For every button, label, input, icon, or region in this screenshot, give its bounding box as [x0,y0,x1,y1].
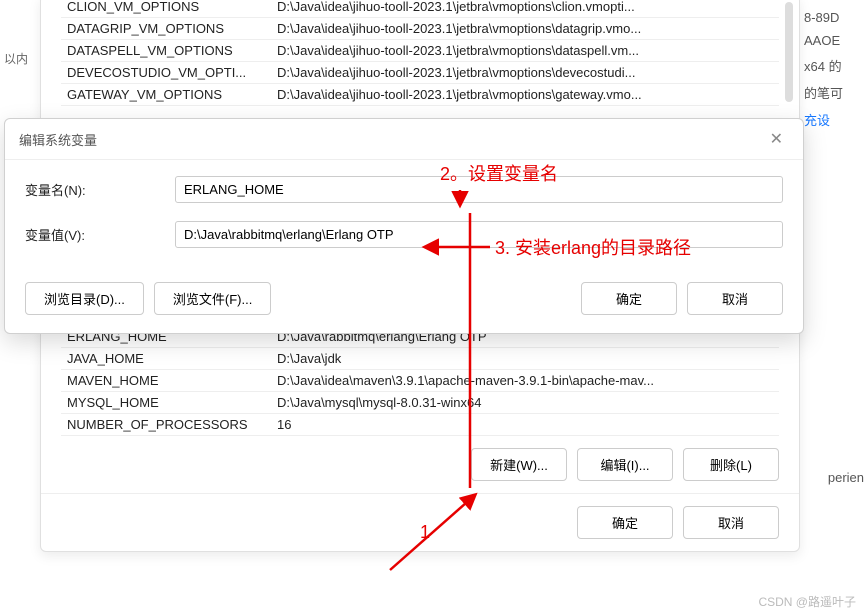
table-row[interactable]: NUMBER_OF_PROCESSORS16 [61,414,779,436]
variable-value-input[interactable] [175,221,783,248]
cancel-button[interactable]: 取消 [683,506,779,539]
table-row[interactable]: CLION_VM_OPTIONSD:\Java\idea\jihuo-tooll… [61,0,779,18]
table-row[interactable]: GATEWAY_VM_OPTIONSD:\Java\idea\jihuo-too… [61,84,779,106]
system-vars-button-row: 新建(W)... 编辑(I)... 删除(L) [41,436,799,493]
table-row[interactable]: DEVECOSTUDIO_VM_OPTI...D:\Java\idea\jihu… [61,62,779,84]
background-right-bottom: perien [828,470,864,485]
delete-button[interactable]: 删除(L) [683,448,779,481]
dialog-titlebar: 编辑系统变量 ✕ [5,119,803,160]
browse-directory-button[interactable]: 浏览目录(D)... [25,282,144,315]
variable-name-label: 变量名(N): [25,180,175,199]
table-row[interactable]: MYSQL_HOMED:\Java\mysql\mysql-8.0.31-win… [61,392,779,414]
watermark: CSDN @路遥叶子 [758,593,856,610]
edit-system-variable-dialog: 编辑系统变量 ✕ 变量名(N): 变量值(V): 浏览目录(D)... 浏览文件… [4,118,804,334]
cancel-button[interactable]: 取消 [687,282,783,315]
system-vars-table-top: CLION_VM_OPTIONSD:\Java\idea\jihuo-tooll… [41,0,799,106]
background-right-text: 8-89D AAOE x64 的 的笔可 充设 [804,0,864,137]
dialog-footer: 确定 取消 [41,493,799,551]
table-row[interactable]: DATAGRIP_VM_OPTIONSD:\Java\idea\jihuo-to… [61,18,779,40]
edit-button[interactable]: 编辑(I)... [577,448,673,481]
dialog-title: 编辑系统变量 [19,130,97,149]
variable-value-label: 变量值(V): [25,225,175,244]
close-icon[interactable]: ✕ [764,127,789,151]
table-row[interactable]: MAVEN_HOMED:\Java\idea\maven\3.9.1\apach… [61,370,779,392]
variable-name-input[interactable] [175,176,783,203]
ok-button[interactable]: 确定 [581,282,677,315]
table-row[interactable]: JAVA_HOMED:\Java\jdk [61,348,779,370]
new-button[interactable]: 新建(W)... [471,448,567,481]
scrollbar[interactable] [785,2,793,102]
table-row[interactable]: DATASPELL_VM_OPTIONSD:\Java\idea\jihuo-t… [61,40,779,62]
background-left-text: 以内 [0,50,30,67]
browse-file-button[interactable]: 浏览文件(F)... [154,282,271,315]
system-vars-table-bottom: ERLANG_HOMED:\Java\rabbitmq\erlang\Erlan… [41,326,799,436]
ok-button[interactable]: 确定 [577,506,673,539]
